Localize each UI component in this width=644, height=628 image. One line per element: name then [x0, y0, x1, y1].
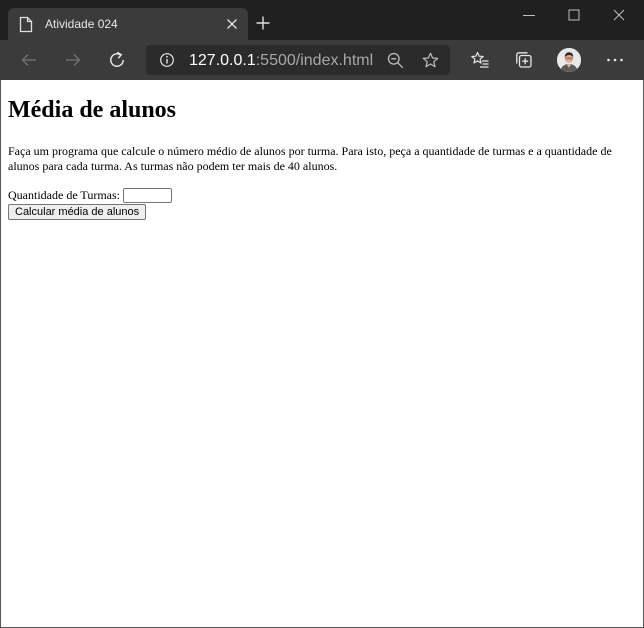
page-description: Faça um programa que calcule o número mé…	[8, 144, 612, 173]
browser-toolbar: 127.0.0.1:5500/index.html	[0, 40, 644, 80]
refresh-icon[interactable]	[108, 51, 126, 69]
page-icon	[19, 16, 33, 33]
favorite-star-icon[interactable]	[422, 52, 439, 69]
zoom-out-icon[interactable]	[387, 52, 404, 69]
tab-close-icon[interactable]	[226, 18, 238, 30]
tab-title: Atividade 024	[45, 17, 118, 31]
avatar-image	[557, 48, 581, 72]
turmas-form-row: Quantidade de Turmas:	[8, 187, 172, 203]
title-bar: Atividade 024	[0, 0, 644, 40]
more-icon[interactable]	[605, 51, 625, 69]
forward-icon[interactable]	[64, 51, 82, 69]
maximize-icon[interactable]	[567, 8, 581, 22]
page-viewport: Média de alunos Faça um programa que cal…	[0, 80, 644, 628]
page-title: Média de alunos	[8, 97, 177, 123]
new-tab-icon[interactable]	[256, 16, 270, 30]
collections-icon[interactable]	[515, 51, 533, 69]
back-icon[interactable]	[20, 51, 38, 69]
browser-tab[interactable]: Atividade 024	[8, 8, 248, 40]
window-close-icon[interactable]	[612, 8, 626, 22]
url-host: 127.0.0.1	[189, 52, 256, 69]
address-bar[interactable]: 127.0.0.1:5500/index.html	[146, 45, 450, 75]
url-text[interactable]: 127.0.0.1:5500/index.html	[189, 52, 373, 70]
url-path: :5500/index.html	[255, 52, 374, 69]
minimize-icon[interactable]	[522, 8, 536, 22]
info-icon[interactable]	[159, 52, 175, 68]
turmas-input[interactable]	[123, 187, 172, 203]
profile-avatar[interactable]	[557, 48, 581, 72]
favorites-list-icon[interactable]	[471, 51, 489, 69]
calculate-average-button[interactable]: Calcular média de alunos	[8, 204, 147, 220]
turmas-label: Quantidade de Turmas:	[8, 187, 120, 202]
